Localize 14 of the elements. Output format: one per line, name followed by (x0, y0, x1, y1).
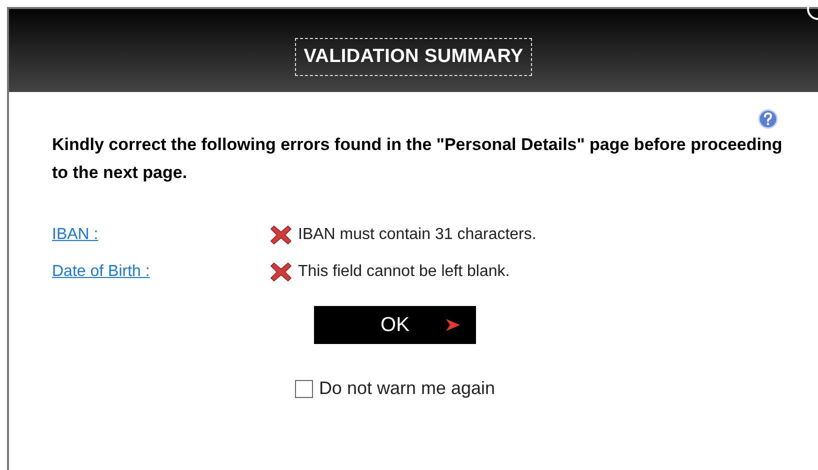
help-icon[interactable] (758, 109, 778, 129)
field-link[interactable]: Date of Birth : (52, 263, 270, 281)
error-icon (270, 261, 292, 283)
ok-button[interactable]: OK (314, 306, 476, 344)
close-icon[interactable] (804, 5, 818, 23)
dialog-title: VALIDATION SUMMARY (294, 38, 532, 76)
error-text: This field cannot be left blank. (298, 263, 510, 281)
error-message: Kindly correct the following errors found in the "Personal Details" page before proceeding to the next page. (52, 134, 784, 184)
arrow-icon (446, 319, 460, 331)
error-icon (270, 224, 292, 246)
field-link[interactable]: IBAN : (52, 226, 270, 244)
error-text: IBAN must contain 31 characters. (298, 226, 536, 244)
warn-checkbox[interactable]: Do not warn me again (294, 378, 496, 399)
checkbox[interactable] (294, 380, 313, 398)
